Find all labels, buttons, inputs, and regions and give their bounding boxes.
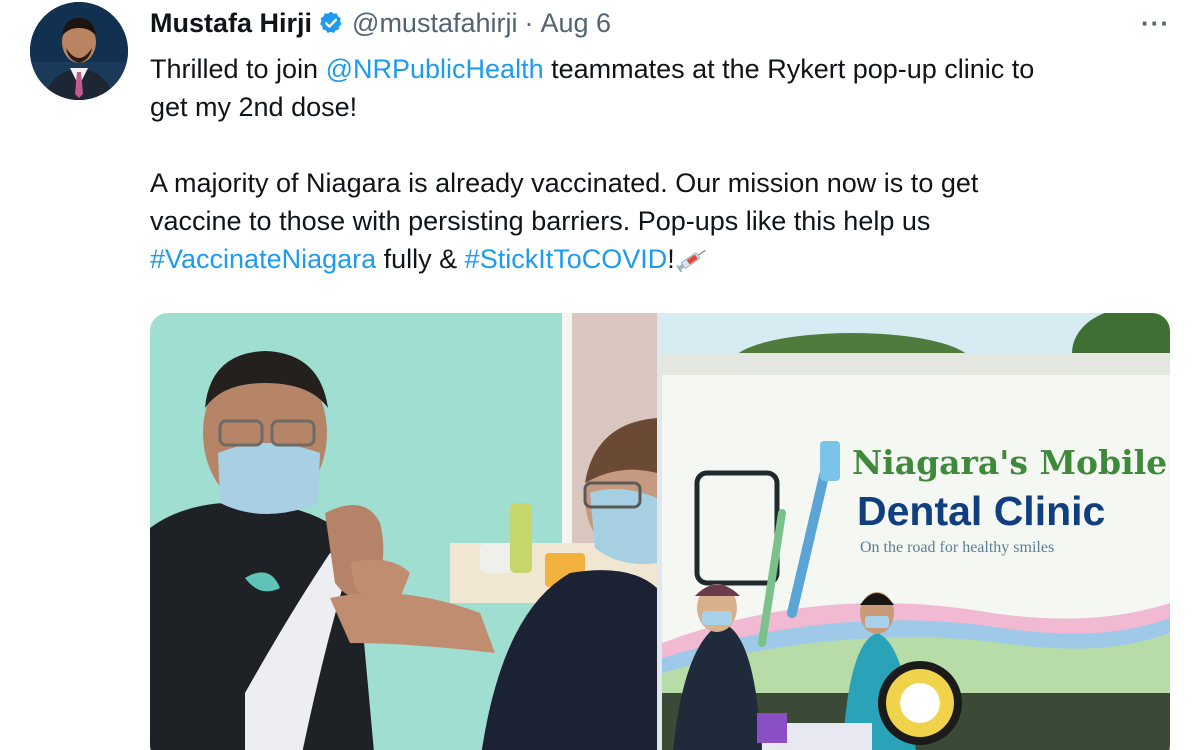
clinic-sign-tagline: On the road for healthy smiles [860,539,1055,556]
text-segment: Thrilled to join [150,54,326,84]
tweet-media-grid: Niagara's Mobile Dental Clinic On the ro… [150,313,1170,750]
vaccination-scene-image [150,313,657,750]
more-options-icon[interactable]: ··· [1141,8,1170,39]
text-line: A majority of Niagara is already vaccina… [150,168,979,198]
mention-link[interactable]: @NRPublicHealth [326,54,544,84]
syringe-emoji [675,249,706,272]
avatar-image [30,2,128,100]
text-segment: teammates at the Rykert pop-up clinic to [543,54,1035,84]
text-segment: ! [667,244,675,274]
text-line: get my 2nd dose! [150,92,358,122]
hashtag-link[interactable]: #VaccinateNiagara [150,244,376,274]
clinic-sign-line2: Dental Clinic [857,488,1106,534]
author-avatar[interactable] [30,2,128,100]
author-name[interactable]: Mustafa Hirji [150,8,312,39]
text-line: Thrilled to join @NRPublicHealth teammat… [150,50,1180,88]
separator-dot: · [524,7,534,38]
text-segment: fully & [376,244,465,274]
hashtag-link[interactable]: #StickItToCOVID [465,244,668,274]
author-handle[interactable]: @mustafahirji [352,8,517,39]
text-line: #VaccinateNiagara fully & #StickItToCOVI… [150,240,1180,278]
text-line: vaccine to those with persisting barrier… [150,206,931,236]
photo-mobile-clinic[interactable]: Niagara's Mobile Dental Clinic On the ro… [662,313,1170,750]
tweet-text: Thrilled to join @NRPublicHealth teammat… [150,50,1180,278]
verified-badge-icon [320,11,342,33]
tweet-header: Mustafa Hirji @mustafahirji · Aug 6 [150,6,611,40]
photo-vaccination[interactable] [150,313,657,750]
clinic-sign-line1: Niagara's Mobile [852,443,1168,482]
tweet-timestamp[interactable]: Aug 6 [541,8,612,39]
